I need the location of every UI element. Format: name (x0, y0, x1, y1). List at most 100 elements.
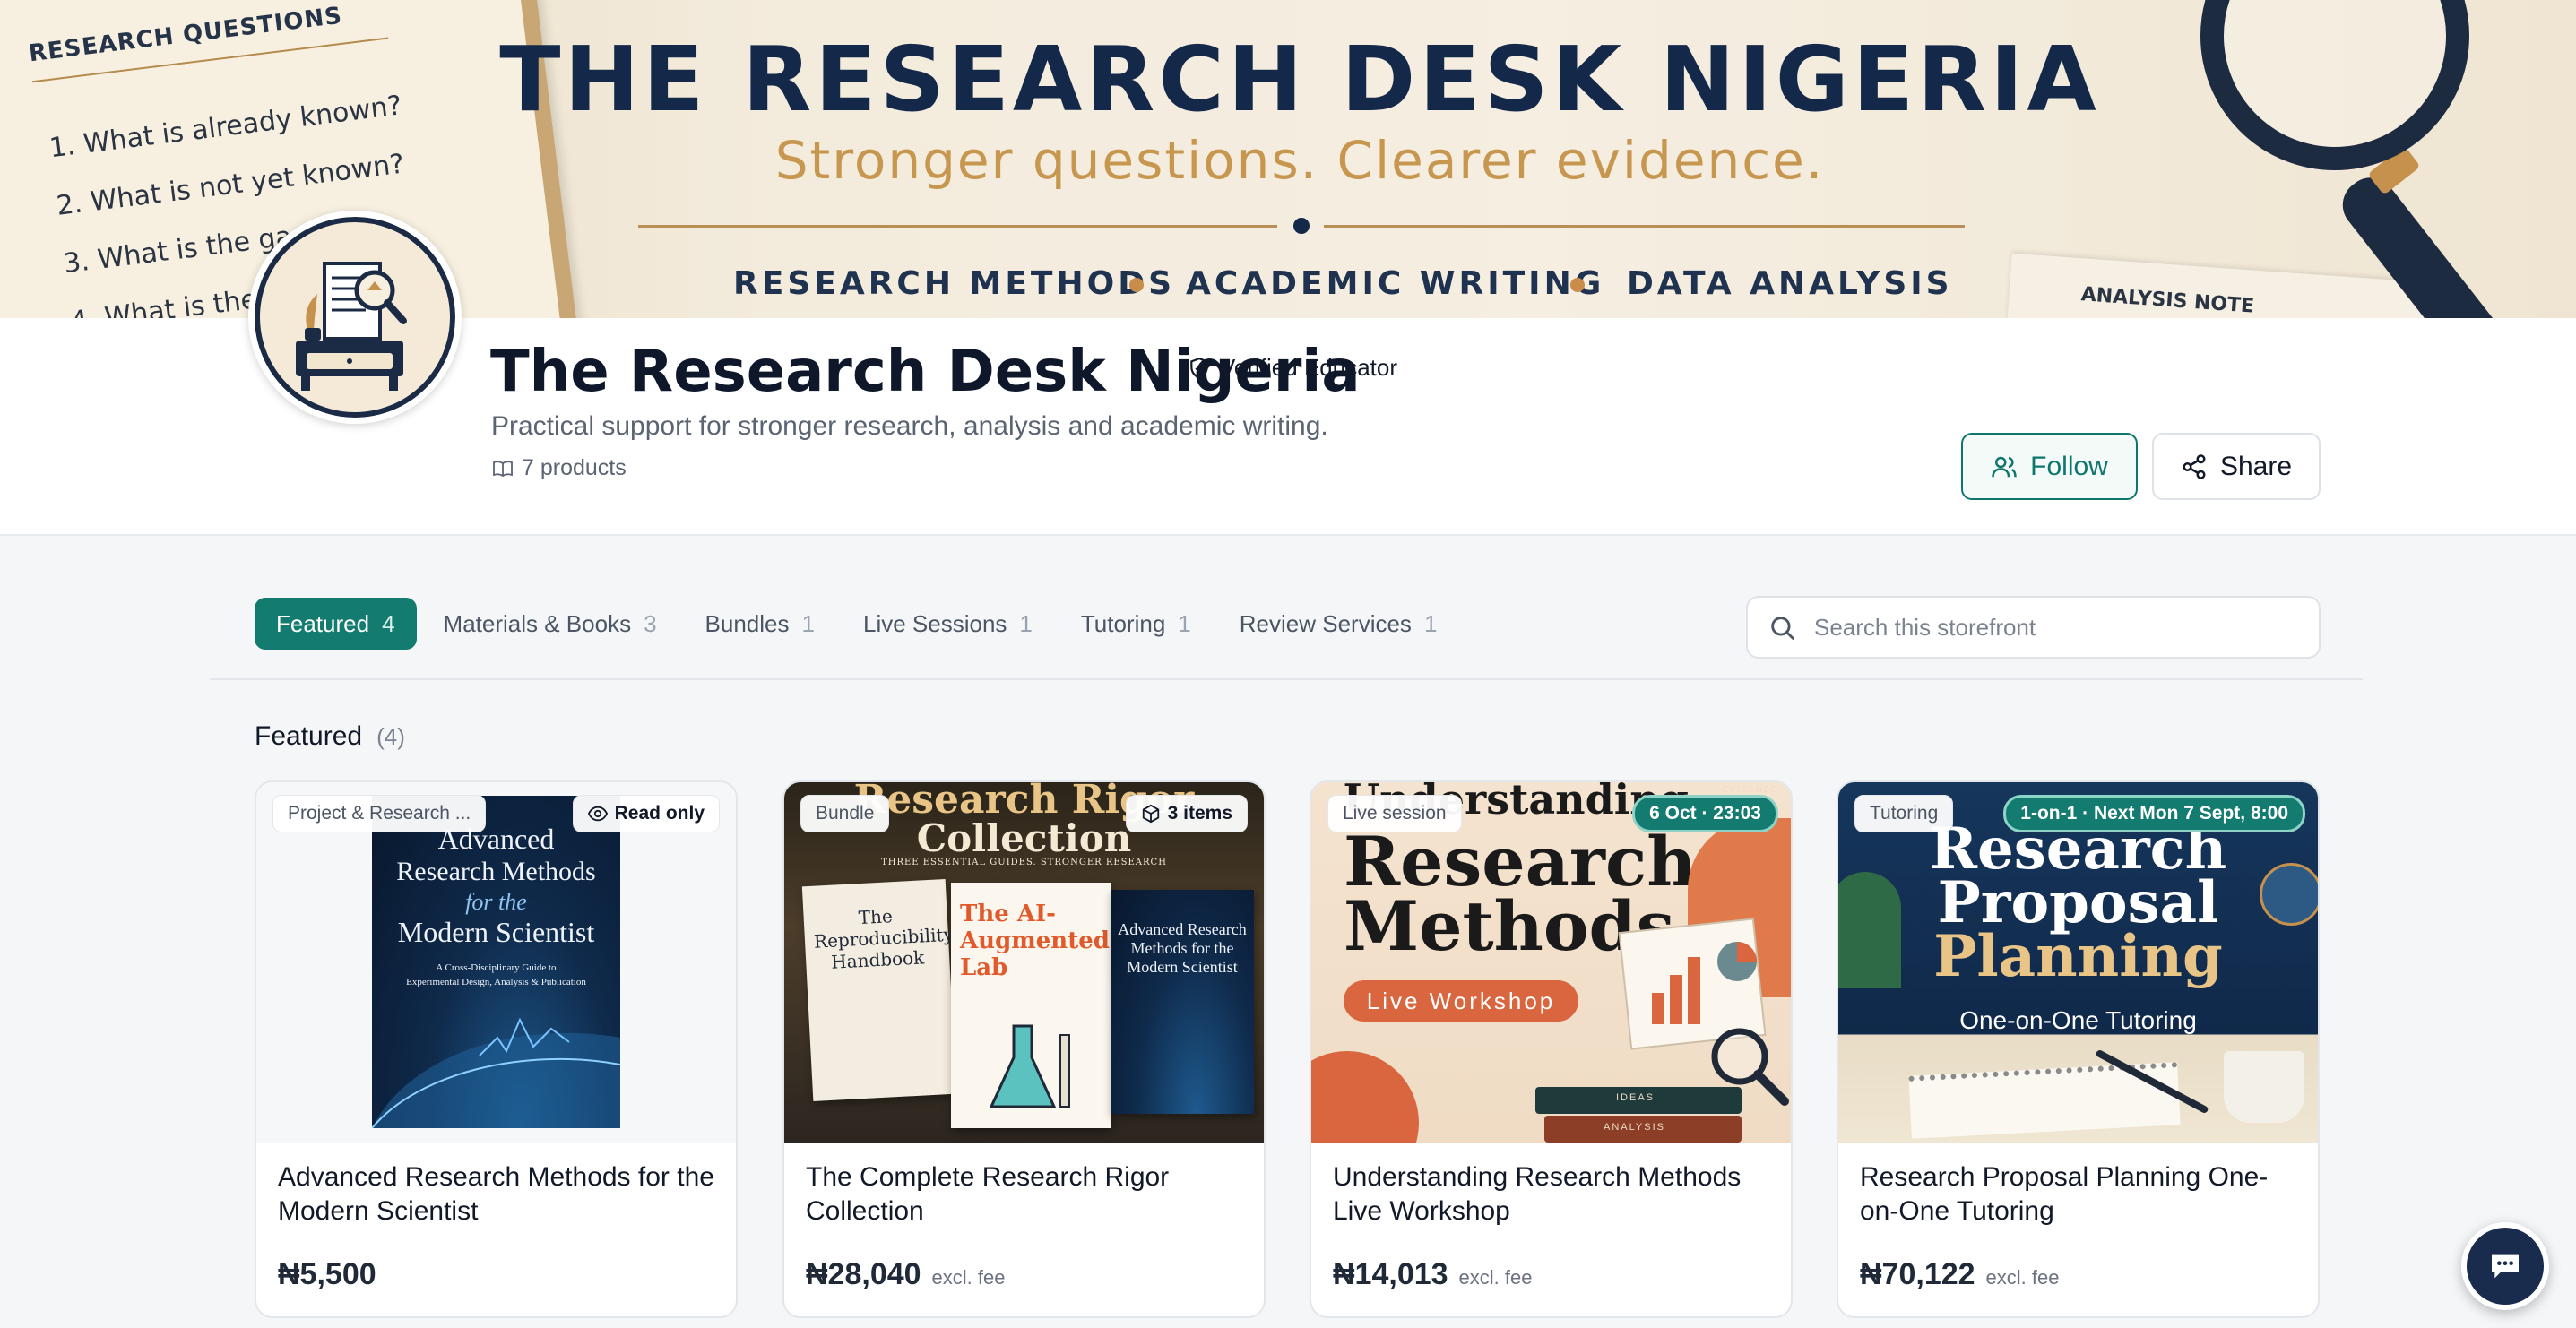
storefront-search (1746, 596, 2321, 659)
cover-text: A Cross-Disciplinary Guide to (436, 962, 557, 973)
book-spine: IDEAS (1616, 1092, 1655, 1103)
product-title[interactable]: The Complete Research Rigor Collection (806, 1160, 1245, 1229)
avatar-logo (255, 217, 455, 418)
book-reproducibility: The Reproducibility Handbook (801, 878, 957, 1102)
cover-text: EVIDENCE (1722, 785, 1778, 794)
product-image: Research Rigor Collection THREE ESSENTIA… (784, 782, 1264, 1143)
category-tabs: Featured 4 Materials & Books 3 Bundles 1… (255, 598, 1458, 650)
follow-label: Follow (2030, 451, 2108, 481)
tab-tutoring[interactable]: Tutoring 1 (1059, 598, 1213, 650)
flask-icon (989, 1024, 1070, 1108)
product-card[interactable]: Research Rigor Collection THREE ESSENTIA… (782, 780, 1266, 1318)
users-icon (1992, 456, 2017, 477)
tab-label: Materials & Books (443, 609, 632, 637)
price-fee-note: excl. fee (1985, 1266, 2060, 1289)
schedule-badge: 1-on-1 · Next Mon 7 Sept, 8:00 (2003, 795, 2305, 832)
tab-bundles[interactable]: Bundles 1 (684, 598, 836, 650)
price-amount: ₦70,122 (1860, 1257, 1975, 1291)
tab-label: Tutoring (1080, 609, 1166, 637)
read-only-badge: Read only (572, 795, 720, 832)
book-open-icon (493, 460, 513, 477)
verified-label: Verified Educator (1220, 354, 1398, 381)
tab-materials-books[interactable]: Materials & Books 3 (422, 598, 679, 650)
product-title[interactable]: Understanding Research Methods Live Work… (1333, 1160, 1772, 1229)
products-count: 7 products (491, 455, 627, 481)
product-card[interactable]: Advanced Research Methods for the Modern… (255, 780, 738, 1318)
tab-label: Review Services (1239, 609, 1412, 637)
follow-button[interactable]: Follow (1961, 433, 2138, 500)
price-amount: ₦28,040 (806, 1257, 921, 1291)
chat-bubble-icon (2492, 1254, 2519, 1279)
tab-live-sessions[interactable]: Live Sessions 1 (842, 598, 1054, 650)
date-badge: 6 Oct · 23:03 (1632, 795, 1778, 832)
share-icon (2183, 453, 2206, 479)
price-amount: ₦5,500 (278, 1257, 376, 1291)
product-type-badge: Project & Research ... (272, 795, 487, 832)
magnifier-icon (1711, 1028, 1789, 1106)
banner-rule (638, 225, 1277, 228)
banner-tagline: Stronger questions. Clearer evidence. (774, 130, 1825, 191)
product-image: Advanced Research Methods for the Modern… (256, 782, 736, 1143)
product-title[interactable]: Research Proposal Planning One-on-One Tu… (1860, 1160, 2299, 1229)
cover-text: The AI-Augmented Lab (960, 901, 1110, 981)
cover-text: Planning (1933, 923, 2223, 990)
tab-count: 1 (1423, 609, 1438, 637)
tab-label: Featured (276, 609, 370, 637)
globe-illustration (2260, 863, 2318, 926)
coffee-cup (2224, 1051, 2304, 1123)
book-stack: ANALYSIS (1544, 1116, 1742, 1143)
package-icon (1142, 804, 1159, 824)
book-cover: Advanced Research Methods for the Modern… (372, 796, 620, 1128)
price-amount: ₦14,013 (1333, 1257, 1448, 1291)
tab-count: 1 (1178, 609, 1191, 637)
items-count-badge: 3 items (1125, 795, 1248, 832)
banner-divider-dot (1293, 218, 1310, 234)
book-spine: ANALYSIS (1604, 1122, 1665, 1133)
cover-text: for the (465, 889, 527, 915)
product-image: Understanding Research Methods Live Work… (1311, 782, 1791, 1143)
tab-featured[interactable]: Featured 4 (255, 598, 417, 650)
live-workshop-banner: Live Workshop (1344, 980, 1578, 1022)
tab-count: 1 (1019, 609, 1033, 637)
cover-text: Modern Scientist (397, 916, 595, 948)
chat-button[interactable] (2461, 1222, 2549, 1310)
product-type-badge: Tutoring (1854, 795, 1954, 832)
verified-badge: Verified Educator (1188, 354, 1397, 382)
products-count-label: 7 products (522, 455, 627, 480)
product-card[interactable]: Research Proposal Planning One-on-One Tu… (1837, 780, 2320, 1318)
banner-rule (1324, 225, 1965, 228)
section-heading: Featured (4) (255, 721, 405, 752)
tab-label: Live Sessions (862, 609, 1007, 637)
cover-text: Advanced Research Methods for the Modern… (1118, 920, 1247, 976)
product-price: ₦70,122 excl. fee (1860, 1257, 2059, 1292)
plant-illustration (1838, 872, 1901, 988)
product-price: ₦5,500 (278, 1257, 387, 1292)
banner-bullet (1570, 278, 1585, 292)
share-button[interactable]: Share (2152, 433, 2321, 500)
banner-topic: ACADEMIC WRITING (1186, 265, 1605, 302)
shield-check-icon (1190, 357, 1208, 379)
banner-title: THE RESEARCH DESK NIGERIA (499, 27, 2100, 132)
banner-topic: DATA ANALYSIS (1627, 265, 1953, 302)
section-divider (210, 678, 2363, 680)
tab-count: 4 (382, 609, 395, 637)
store-description: Practical support for stronger research,… (491, 411, 1328, 441)
banner-topic: RESEARCH METHODS (733, 265, 1176, 302)
cover-text: One-on-One Tutoring (1959, 1006, 2197, 1034)
notepad-line: 4. What is the (68, 283, 259, 318)
banner-bullet (1129, 278, 1144, 292)
product-price: ₦14,013 excl. fee (1333, 1257, 1532, 1292)
search-input[interactable] (1814, 613, 2280, 642)
product-title[interactable]: Advanced Research Methods for the Modern… (278, 1160, 717, 1229)
cover-text: THREE ESSENTIAL GUIDES. STRONGER RESEARC… (881, 858, 1167, 867)
decor-circle (1311, 1051, 1419, 1143)
tab-review-services[interactable]: Review Services 1 (1218, 598, 1459, 650)
product-card[interactable]: Understanding Research Methods Live Work… (1310, 780, 1793, 1318)
status-badge-label: Read only (614, 803, 705, 824)
tab-label: Bundles (705, 609, 790, 637)
cover-text: The Reproducibility Handbook (813, 905, 955, 973)
search-icon (1771, 617, 1794, 640)
desk-logo-icon (296, 262, 407, 391)
paper-label: ANALYSIS NOTE (2079, 283, 2255, 318)
cover-text: Research Methods (396, 857, 596, 886)
